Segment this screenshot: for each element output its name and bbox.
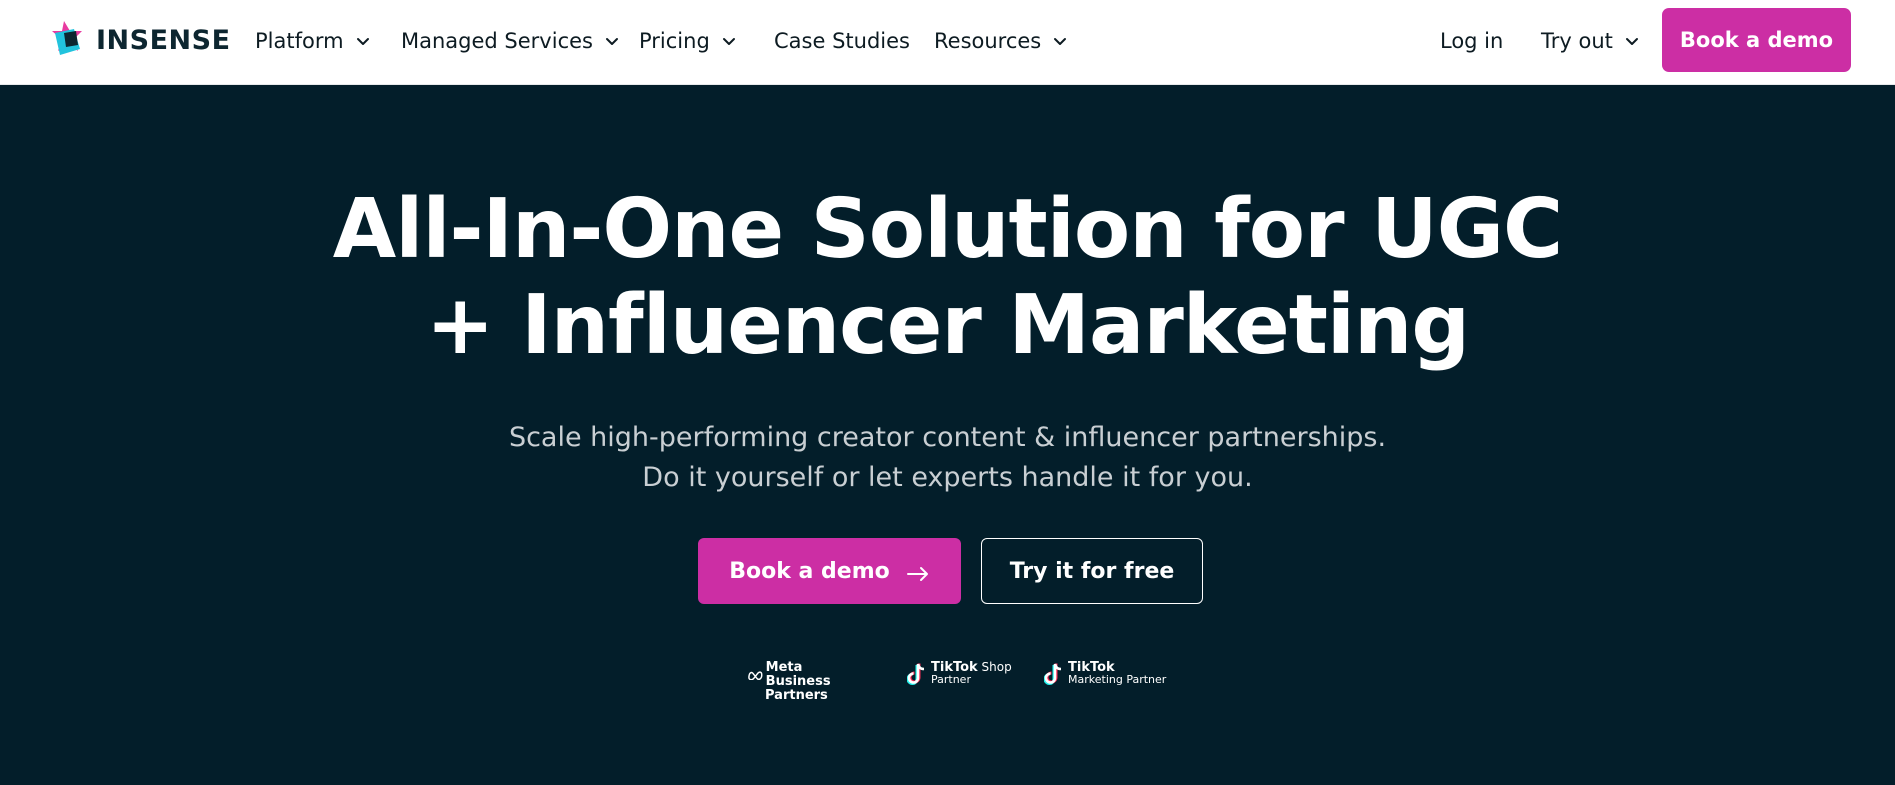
nav-item-label: Pricing — [639, 29, 710, 53]
headline-line-2: + Influencer Marketing — [425, 278, 1470, 373]
nav-item-label: Managed Services — [401, 29, 593, 53]
nav-item-label: Platform — [255, 29, 344, 53]
login-label: Log in — [1440, 29, 1504, 53]
nav-item-managed-services[interactable]: Managed Services — [401, 24, 619, 58]
try-free-button[interactable]: Try it for free — [981, 538, 1203, 604]
tiktok-shop-line-2: Partner — [931, 673, 971, 686]
tiktok-logo-icon — [907, 663, 925, 685]
arrow-right-icon — [906, 563, 930, 581]
tiktok-marketing-line-2: Marketing Partner — [1068, 673, 1167, 686]
subtitle-line-1: Scale high-performing creator content & … — [508, 422, 1387, 453]
nav-item-case-studies[interactable]: Case Studies — [774, 24, 910, 58]
tiktok-marketing-partner-badge: TikTok Marketing Partner — [1044, 661, 1166, 686]
meta-logo-icon — [748, 671, 763, 680]
hero-section: All-In-One Solution for UGC + Influencer… — [0, 86, 1895, 785]
book-demo-nav-button[interactable]: Book a demo — [1662, 8, 1851, 72]
chevron-down-icon — [722, 34, 736, 48]
tiktok-shop-suffix: Shop — [981, 660, 1012, 674]
book-demo-button[interactable]: Book a demo — [698, 538, 961, 604]
tiktok-logo-icon — [1044, 663, 1062, 685]
chevron-down-icon — [605, 34, 619, 48]
tiktok-shop-partner-badge: TikTok Shop Partner — [907, 661, 1012, 686]
chevron-down-icon — [1053, 34, 1067, 48]
meta-business-partners-badge: Meta Business Partners — [748, 661, 863, 702]
nav-item-platform[interactable]: Platform — [255, 24, 370, 58]
meta-badge-line-1: Meta Business — [765, 660, 831, 689]
top-navigation: INSENSE Platform Managed Services Pricin… — [0, 0, 1895, 85]
subtitle-line-2: Do it yourself or let experts handle it … — [642, 462, 1253, 493]
headline-line-1: All-In-One Solution for UGC — [332, 182, 1563, 277]
hero-subtitle: Scale high-performing creator content & … — [0, 418, 1895, 498]
brand-name: INSENSE — [96, 24, 231, 56]
nav-item-label: Resources — [934, 29, 1042, 53]
login-link[interactable]: Log in — [1440, 24, 1503, 58]
insense-logo[interactable]: INSENSE — [50, 18, 231, 62]
nav-item-label: Case Studies — [774, 29, 910, 53]
insense-logo-icon — [52, 21, 82, 55]
nav-item-pricing[interactable]: Pricing — [639, 24, 736, 58]
hero-headline: All-In-One Solution for UGC + Influencer… — [0, 182, 1895, 374]
nav-item-resources[interactable]: Resources — [934, 24, 1067, 58]
try-out-label: Try out — [1541, 29, 1613, 53]
meta-badge-line-2: Partners — [765, 688, 828, 703]
chevron-down-icon — [356, 34, 370, 48]
partner-badges: Meta Business Partners TikTok Shop Partn… — [0, 661, 1895, 702]
chevron-down-icon — [1625, 34, 1639, 48]
book-demo-label: Book a demo — [729, 558, 890, 584]
try-out-menu[interactable]: Try out — [1541, 24, 1639, 58]
